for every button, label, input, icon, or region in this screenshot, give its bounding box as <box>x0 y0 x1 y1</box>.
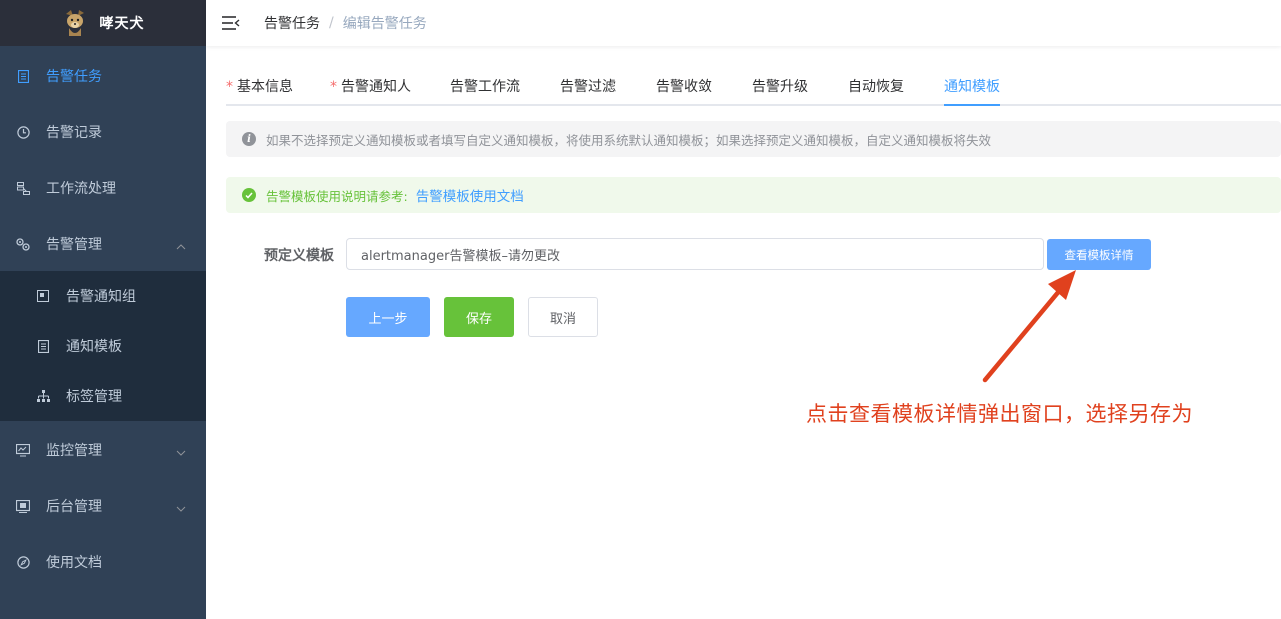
document-icon <box>16 69 30 83</box>
breadcrumb-item[interactable]: 告警任务 <box>264 13 320 33</box>
sidebar-item-monitor-management[interactable]: 监控管理 <box>0 422 206 478</box>
group-icon <box>36 289 50 303</box>
dog-logo-icon <box>65 10 84 36</box>
info-alert-text: 如果不选择预定义通知模板或者填写自定义通知模板，将使用系统默认通知模板；如果选择… <box>266 132 992 148</box>
tab-escalation[interactable]: 告警升级 <box>752 70 808 104</box>
sidebar-item-alert-tasks[interactable]: 告警任务 <box>0 48 206 104</box>
required-mark: * <box>226 79 233 95</box>
breadcrumb-current: 编辑告警任务 <box>342 16 427 32</box>
hamburger-menu-icon[interactable] <box>222 15 240 31</box>
tab-label: 告警升级 <box>752 79 808 95</box>
sidebar-item-label: 标签管理 <box>66 389 122 405</box>
compass-icon <box>16 555 30 569</box>
workflow-icon <box>16 181 30 195</box>
app-title: 哮天犬 <box>99 16 145 32</box>
logo[interactable]: 哮天犬 <box>0 0 206 46</box>
clock-icon <box>16 125 30 139</box>
sidebar-item-label: 告警通知组 <box>66 289 136 305</box>
template-doc-link[interactable]: 告警模板使用文档 <box>416 185 524 205</box>
tab-label: 基本信息 <box>237 79 293 95</box>
cancel-button[interactable]: 取消 <box>528 297 598 337</box>
app-root: 哮天犬 告警任务 告警记录 工作流处理 告警管理 告警通知组 通知模板 标签管理… <box>0 0 1281 619</box>
save-button[interactable]: 保存 <box>444 297 514 337</box>
breadcrumb: 告警任务 / 编辑告警任务 <box>264 13 427 33</box>
sidebar-item-notify-groups[interactable]: 告警通知组 <box>0 271 206 321</box>
gears-icon <box>16 237 30 251</box>
sidebar-item-label: 通知模板 <box>66 339 122 355</box>
template-field-label: 预定义模板 <box>264 248 334 264</box>
tree-icon <box>36 389 50 403</box>
form-tabs: * 基本信息 * 告警通知人 告警工作流 告警过滤 告警收敛 告警升级 自动恢复 通… <box>226 70 1281 106</box>
success-alert: 告警模板使用说明请参考: 告警模板使用文档 <box>226 177 1281 213</box>
tab-filter[interactable]: 告警过滤 <box>560 70 616 104</box>
annotation-text: 点击查看模板详情弹出窗口，选择另存为 <box>806 402 1193 426</box>
sidebar-item-label: 工作流处理 <box>46 181 116 197</box>
active-tab-indicator <box>944 104 1000 106</box>
chevron-up-icon <box>176 238 186 254</box>
tab-notify-people[interactable]: * 告警通知人 <box>330 70 411 104</box>
sidebar-item-label: 使用文档 <box>46 555 102 571</box>
sidebar-item-label: 后台管理 <box>46 499 102 515</box>
sidebar-item-label: 告警任务 <box>46 69 102 85</box>
check-circle-icon <box>242 188 256 202</box>
sidebar-item-label-management[interactable]: 标签管理 <box>0 371 206 421</box>
template-icon <box>36 339 50 353</box>
info-alert: i 如果不选择预定义通知模板或者填写自定义通知模板，将使用系统默认通知模板；如果… <box>226 121 1281 157</box>
previous-step-button[interactable]: 上一步 <box>346 297 430 337</box>
required-mark: * <box>330 79 337 95</box>
monitor-icon <box>16 443 30 457</box>
tab-label: 告警通知人 <box>341 79 411 95</box>
sidebar-item-notify-templates[interactable]: 通知模板 <box>0 321 206 371</box>
sidebar-item-alert-records[interactable]: 告警记录 <box>0 104 206 160</box>
tab-label: 自动恢复 <box>848 79 904 95</box>
sidebar-item-admin-management[interactable]: 后台管理 <box>0 478 206 534</box>
sidebar-item-label: 告警记录 <box>46 125 102 141</box>
success-alert-text: 告警模板使用说明请参考: <box>266 188 408 204</box>
tab-label: 通知模板 <box>944 79 1000 95</box>
tab-auto-recover[interactable]: 自动恢复 <box>848 70 904 104</box>
breadcrumb-separator: / <box>329 15 334 31</box>
sidebar-item-workflow[interactable]: 工作流处理 <box>0 160 206 216</box>
tab-notify-template[interactable]: 通知模板 <box>944 70 1000 104</box>
tab-converge[interactable]: 告警收敛 <box>656 70 712 104</box>
chevron-down-icon <box>176 500 186 516</box>
template-select-input[interactable] <box>346 238 1044 270</box>
sidebar-item-alert-management[interactable]: 告警管理 <box>0 216 206 272</box>
top-navbar: 告警任务 / 编辑告警任务 <box>206 0 1281 46</box>
info-icon: i <box>242 132 256 146</box>
sidebar-item-docs[interactable]: 使用文档 <box>0 534 206 590</box>
sidebar: 哮天犬 告警任务 告警记录 工作流处理 告警管理 告警通知组 通知模板 标签管理… <box>0 0 206 619</box>
tab-workflow[interactable]: 告警工作流 <box>450 70 520 104</box>
tab-label: 告警工作流 <box>450 79 520 95</box>
alert-management-submenu: 告警通知组 通知模板 标签管理 <box>0 271 206 421</box>
sidebar-item-label: 监控管理 <box>46 443 102 459</box>
tab-label: 告警收敛 <box>656 79 712 95</box>
chevron-down-icon <box>176 444 186 460</box>
tab-basic-info[interactable]: * 基本信息 <box>226 70 293 104</box>
tab-label: 告警过滤 <box>560 79 616 95</box>
admin-icon <box>16 499 30 513</box>
annotation-arrow-icon <box>982 270 1076 383</box>
sidebar-item-label: 告警管理 <box>46 237 102 253</box>
